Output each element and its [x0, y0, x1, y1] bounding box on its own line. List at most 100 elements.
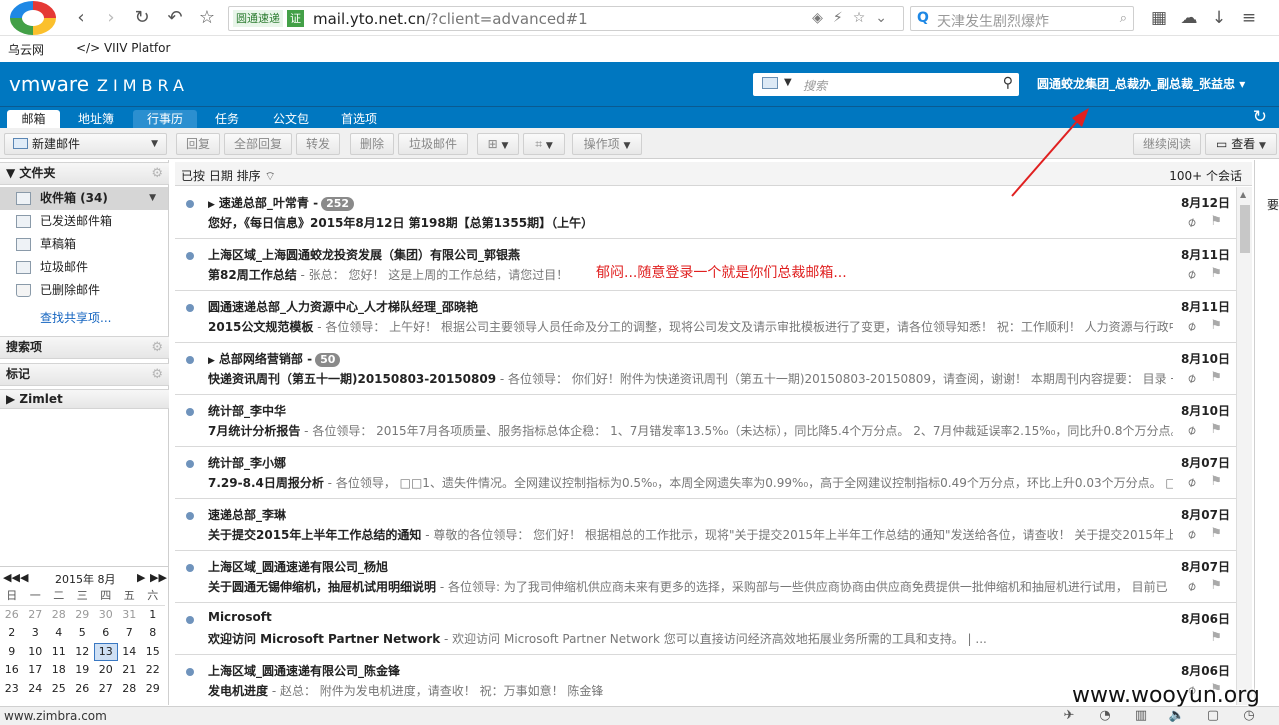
flag-icon[interactable]: ⚑ — [1210, 318, 1222, 333]
mail-type-icon[interactable] — [762, 77, 778, 89]
url-tool-icons[interactable]: ◈⚡☆⌄ — [812, 10, 897, 26]
refresh-icon[interactable]: ↻ — [1253, 107, 1267, 127]
message-row[interactable]: 速递总部_李琳 关于提交2015年上半年工作总结的通知 - 尊敬的各位领导： 您… — [175, 499, 1236, 551]
unread-dot-icon[interactable] — [186, 616, 194, 624]
sort-control[interactable]: 已按 日期 排序 ⌔ — [181, 167, 276, 184]
tag-button[interactable]: ⌗ ▼ — [523, 133, 565, 155]
prev-year-icon[interactable]: ◀◀ — [3, 571, 20, 584]
reply-button[interactable]: 回复 — [176, 133, 220, 155]
calendar-day[interactable]: 1 — [141, 606, 165, 625]
menu-icon[interactable]: ≡ — [1234, 8, 1264, 28]
bookmark-wooyun[interactable]: 乌云网 — [8, 41, 44, 58]
flag-icon[interactable]: ⚑ — [1210, 214, 1222, 229]
calendar-day[interactable]: 30 — [94, 606, 118, 625]
flag-icon[interactable]: ⚑ — [1210, 526, 1222, 541]
scroll-up-icon[interactable]: ▲ — [1240, 190, 1246, 199]
next-year-icon[interactable]: ▶▶ — [150, 571, 167, 584]
calendar-day[interactable]: 4 — [47, 624, 71, 643]
calendar-day[interactable]: 17 — [24, 661, 48, 680]
flag-icon[interactable]: ⚑ — [1210, 422, 1222, 437]
flag-icon[interactable]: ⚑ — [1210, 370, 1222, 385]
calendar-day[interactable]: 18 — [47, 661, 71, 680]
find-shares-link[interactable]: 查找共享项... — [40, 309, 111, 326]
delete-button[interactable]: 删除 — [350, 133, 394, 155]
browser-search-input[interactable]: Q 天津发生剧烈爆炸 ⌕ — [910, 6, 1134, 31]
calendar-title[interactable]: 2015年 8月 — [55, 571, 116, 587]
calendar-day[interactable]: 31 — [118, 606, 142, 625]
next-month-icon[interactable]: ▶ — [137, 571, 145, 584]
calendar-day[interactable]: 15 — [141, 643, 165, 662]
flag-icon[interactable]: ⚑ — [1210, 578, 1222, 593]
address-bar[interactable]: 圆通速递 证 mail.yto.net.cn/?client=advanced#… — [228, 6, 904, 31]
flag-icon[interactable]: ⚑ — [1210, 474, 1222, 489]
apps-grid-icon[interactable]: ▦ — [1144, 8, 1174, 28]
calendar-day[interactable]: 22 — [141, 661, 165, 680]
new-mail-button[interactable]: 新建邮件 ▼ — [4, 133, 167, 155]
unread-dot-icon[interactable] — [186, 356, 194, 364]
window-icon[interactable]: ▢ — [1195, 708, 1231, 723]
favorite-star-icon[interactable]: ☆ — [196, 7, 218, 29]
junk-button[interactable]: 垃圾邮件 — [398, 133, 468, 155]
calendar-day[interactable]: 5 — [71, 624, 95, 643]
trash-icon[interactable]: ▥ — [1123, 708, 1159, 723]
calendar-day[interactable]: 29 — [141, 680, 165, 699]
expand-arrow-icon[interactable]: ▶ — [208, 200, 215, 210]
message-row[interactable]: 圆通速递总部_人力资源中心_人才梯队经理_邵晓艳 2015公文规范模板 - 各位… — [175, 291, 1236, 343]
search-icon[interactable]: ⚲ — [1003, 75, 1013, 91]
clock-icon[interactable]: ◷ — [1231, 708, 1267, 723]
gear-icon[interactable]: ⚙ — [151, 163, 163, 184]
scrollbar-thumb[interactable] — [1240, 205, 1250, 253]
zimlet-header[interactable]: ▶ Zimlet — [0, 389, 169, 409]
forward-button[interactable]: 转发 — [296, 133, 340, 155]
tab-preferences[interactable]: 首选项 — [328, 110, 390, 129]
reload-icon[interactable]: ↻ — [131, 7, 153, 29]
message-row[interactable]: Microsoft 欢迎访问 Microsoft Partner Network… — [175, 603, 1236, 655]
calendar-today[interactable]: 13 — [94, 642, 118, 661]
calendar-day[interactable]: 24 — [24, 680, 48, 699]
calendar-day[interactable]: 7 — [118, 624, 142, 643]
message-row[interactable]: ▶ 速递总部_叶常青 -252 您好，《每日信息》2015年8月12日 第198期… — [175, 187, 1236, 239]
folder-sent[interactable]: 已发送邮件箱 — [0, 210, 168, 233]
calendar-day[interactable]: 27 — [24, 606, 48, 625]
calendar-day[interactable]: 28 — [47, 606, 71, 625]
unread-dot-icon[interactable] — [186, 512, 194, 520]
mail-search-input[interactable]: ▼ 搜索 ⚲ — [753, 73, 1019, 96]
unread-dot-icon[interactable] — [186, 460, 194, 468]
searches-header[interactable]: 搜索项 ⚙ — [0, 336, 169, 359]
unread-dot-icon[interactable] — [186, 408, 194, 416]
message-row[interactable]: 上海区域_圆通速递有限公司_杨旭 关于圆通无锡伸缩机，抽屉机试用明细说明 - 各… — [175, 551, 1236, 603]
calendar-day[interactable]: 19 — [71, 661, 95, 680]
calendar-day[interactable]: 16 — [0, 661, 24, 680]
calendar-day[interactable]: 3 — [24, 624, 48, 643]
browser-logo-icon[interactable] — [10, 1, 56, 35]
message-row[interactable]: ▶ 总部网络营销部 -50 快递资讯周刊（第五十一期)20150803-20150… — [175, 343, 1236, 395]
gear-icon[interactable]: ⚙ — [151, 364, 163, 385]
folder-junk[interactable]: 垃圾邮件 — [0, 256, 168, 279]
gear-icon[interactable]: ⚙ — [151, 337, 163, 358]
calendar-day[interactable]: 12 — [71, 643, 95, 662]
calendar-day[interactable]: 25 — [47, 680, 71, 699]
chevron-down-icon[interactable]: ▼ — [784, 77, 792, 88]
folder-inbox[interactable]: 收件箱 (34) ▼ — [0, 187, 168, 210]
certificate-icon[interactable]: 证 — [287, 10, 304, 27]
unread-dot-icon[interactable] — [186, 200, 194, 208]
speed-icon[interactable]: ◔ — [1087, 708, 1123, 723]
tab-briefcase[interactable]: 公文包 — [260, 110, 322, 129]
calendar-day[interactable]: 6 — [94, 624, 118, 643]
calendar-day[interactable]: 27 — [94, 680, 118, 699]
flag-icon[interactable]: ⚑ — [1210, 630, 1222, 645]
tab-tasks[interactable]: 任务 — [199, 110, 255, 129]
view-button[interactable]: ▭ 查看 ▼ — [1205, 133, 1277, 155]
cloud-icon[interactable]: ☁ — [1174, 8, 1204, 28]
unread-dot-icon[interactable] — [186, 564, 194, 572]
calendar-day[interactable]: 21 — [118, 661, 142, 680]
calendar-day[interactable]: 23 — [0, 680, 24, 699]
reply-all-button[interactable]: 全部回复 — [224, 133, 292, 155]
calendar-day[interactable]: 26 — [0, 606, 24, 625]
message-row[interactable]: 统计部_李小娜 7.29-8.4日周报分析 - 各位领导， □□1、遗失件情况。… — [175, 447, 1236, 499]
calendar-day[interactable]: 20 — [94, 661, 118, 680]
calendar-day[interactable]: 26 — [71, 680, 95, 699]
calendar-day[interactable]: 9 — [0, 643, 24, 662]
pin-icon[interactable]: ✈ — [1051, 708, 1087, 723]
volume-icon[interactable]: 🔈 — [1159, 708, 1195, 723]
